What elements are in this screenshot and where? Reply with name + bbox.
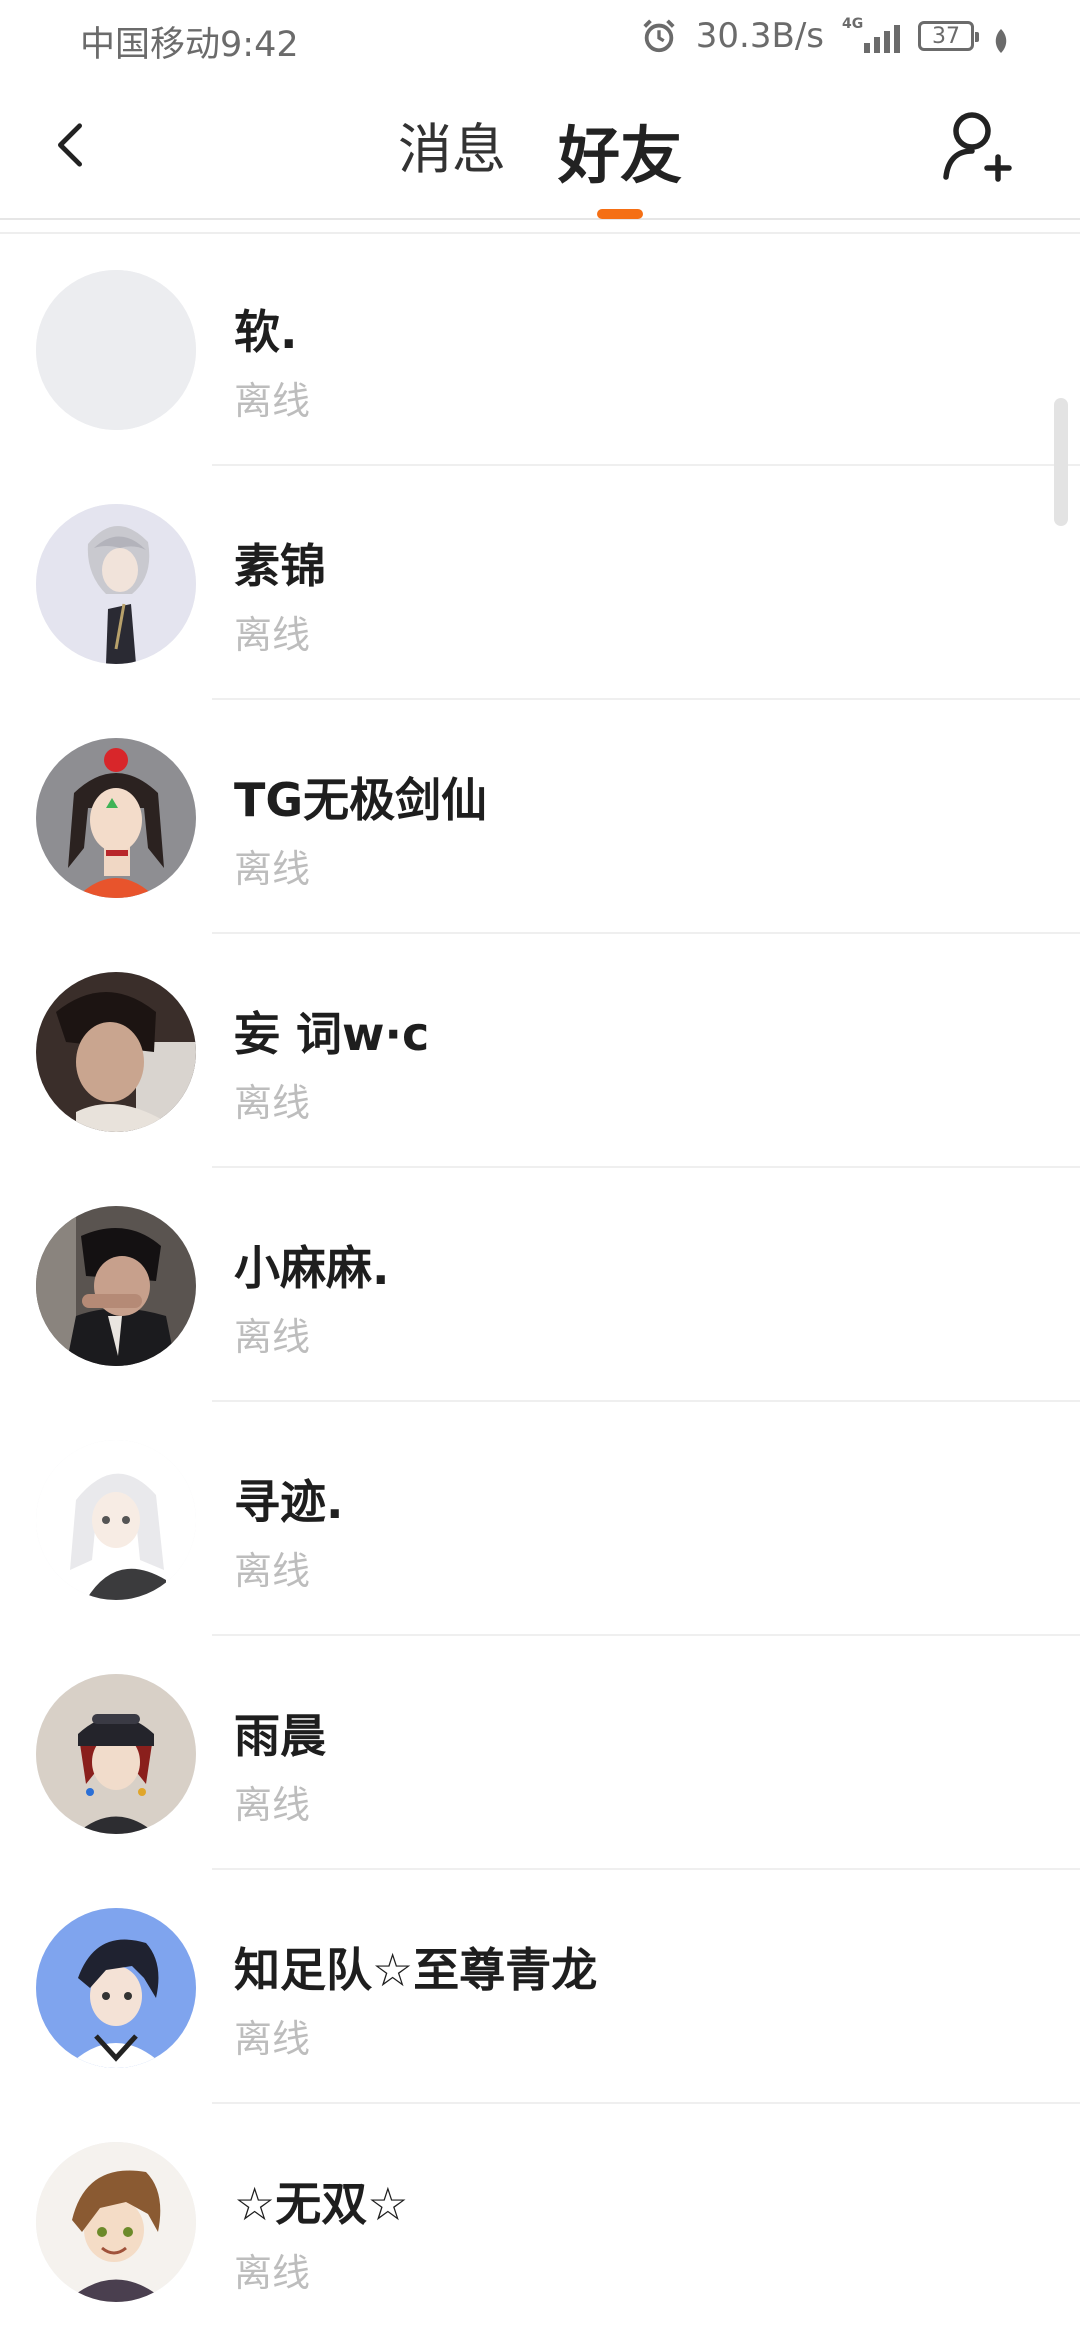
friend-name: TG无极剑仙 (234, 773, 488, 827)
signal-icon: 4G (842, 16, 900, 53)
clock: 9:42 (220, 25, 299, 65)
friend-status: 离线 (234, 2251, 311, 2295)
friend-item[interactable]: 素锦 离线 (0, 466, 1080, 700)
friend-name: 知足队☆至尊青龙 (234, 1943, 598, 1997)
avatar[interactable] (36, 1908, 196, 2068)
friend-name: 雨晨 (234, 1709, 326, 1763)
tab-bar: 消息 好友 (0, 105, 1080, 219)
friend-item[interactable]: 知足队☆至尊青龙 离线 (0, 1870, 1080, 2104)
battery-level: 37 (932, 23, 960, 49)
friend-name: ☆无双☆ (234, 2177, 409, 2231)
net-speed: 30.3B/s (695, 16, 824, 56)
status-bar: 中国移动9:42 30.3B/s 4G 37 (0, 0, 1080, 75)
status-carrier-time: 中国移动9:42 (80, 16, 299, 67)
network-type-label: 4G (842, 16, 864, 32)
battery-icon: 37 (918, 21, 979, 51)
friend-name: 小麻麻. (234, 1241, 390, 1295)
friend-item[interactable]: 软. 离线 (0, 232, 1080, 466)
tab-friends[interactable]: 好友 (552, 105, 688, 219)
friend-status: 离线 (234, 1549, 311, 1593)
friend-status: 离线 (234, 613, 311, 657)
tab-messages[interactable]: 消息 (392, 105, 512, 195)
friend-status: 离线 (234, 379, 311, 423)
avatar[interactable] (36, 972, 196, 1132)
avatar[interactable] (36, 270, 196, 430)
friend-item[interactable]: ☆无双☆ 离线 (0, 2104, 1080, 2338)
friend-name: 寻迹. (234, 1475, 344, 1529)
add-friend-button[interactable] (940, 105, 1020, 185)
alarm-icon (640, 17, 678, 55)
friend-name: 妄 词w·c (234, 1007, 430, 1061)
friend-list: 软. 离线 素锦 离线 TG无极剑仙 离线 妄 词w·c 离线 小麻麻. 离线 … (0, 232, 1080, 2338)
status-indicators: 30.3B/s 4G 37 (640, 16, 1010, 56)
friend-item[interactable]: 寻迹. 离线 (0, 1402, 1080, 1636)
friend-status: 离线 (234, 1315, 311, 1359)
friend-status: 离线 (234, 1783, 311, 1827)
avatar[interactable] (36, 1206, 196, 1366)
friend-status: 离线 (234, 1081, 311, 1125)
avatar[interactable] (36, 2142, 196, 2302)
friend-name: 素锦 (234, 539, 326, 593)
tab-friends-label: 好友 (557, 119, 682, 192)
scrollbar[interactable] (1054, 398, 1068, 526)
friend-item[interactable]: 小麻麻. 离线 (0, 1168, 1080, 1402)
friend-status: 离线 (234, 847, 311, 891)
avatar[interactable] (36, 738, 196, 898)
add-user-icon (943, 112, 1012, 182)
friend-name: 软. (234, 305, 298, 359)
friend-item[interactable]: 妄 词w·c 离线 (0, 934, 1080, 1168)
friend-item[interactable]: TG无极剑仙 离线 (0, 700, 1080, 934)
friend-status: 离线 (234, 2017, 311, 2061)
active-tab-indicator (596, 209, 643, 219)
friend-item[interactable]: 雨晨 离线 (0, 1636, 1080, 1870)
avatar[interactable] (36, 1674, 196, 1834)
avatar[interactable] (36, 1440, 196, 1600)
top-header: 消息 好友 (0, 75, 1080, 220)
leaf-icon (992, 23, 1010, 53)
avatar[interactable] (36, 504, 196, 664)
carrier-label: 中国移动 (80, 25, 221, 65)
